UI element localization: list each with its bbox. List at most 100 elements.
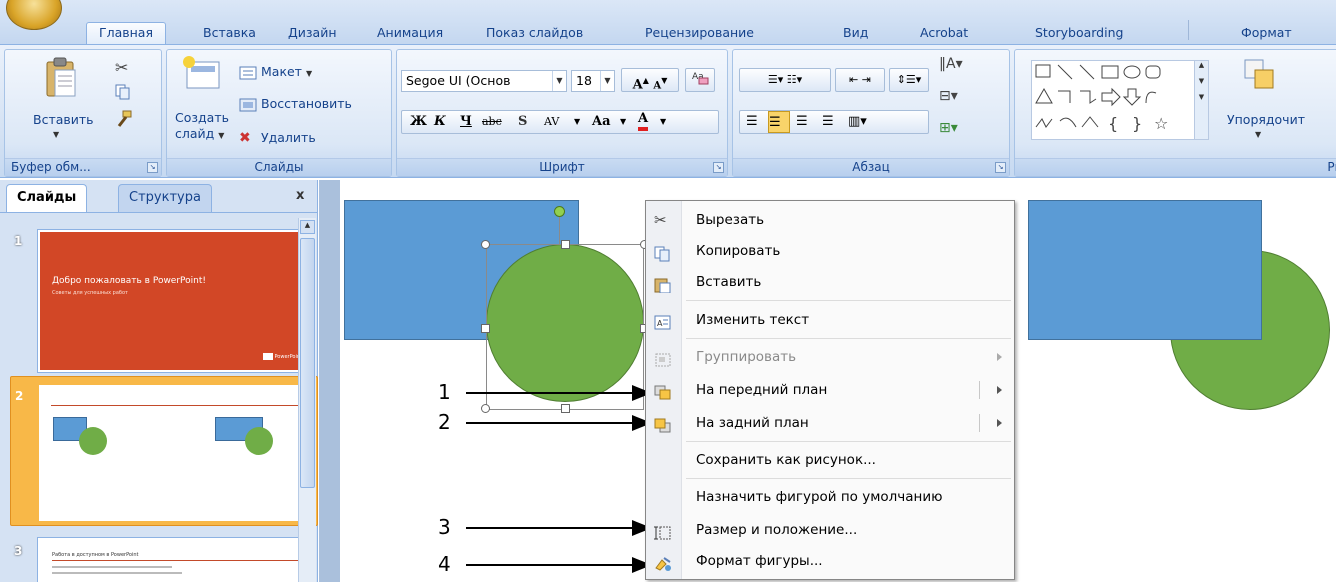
delete-slide-icon[interactable]: ✖ [239,130,251,146]
bold-button[interactable]: Ж [410,111,427,133]
menu-item-send-to-back[interactable]: На задний план [646,408,1014,438]
font-color-button[interactable]: A [638,111,649,131]
align-left-icon[interactable]: ☰ [746,111,758,133]
line-spacing-icon[interactable]: ⇕☰▾ [889,68,929,92]
tab-outline[interactable]: Структура [118,184,212,212]
new-slide-label-2[interactable]: слайд ▼ [175,126,224,141]
tab-review[interactable]: Рецензирование [645,22,754,44]
menu-item-set-default-shape[interactable]: Назначить фигурой по умолчанию [646,482,1014,512]
smartart-icon[interactable]: ⊞▾ [939,120,958,136]
menu-item-cut[interactable]: ✂ Вырезать [646,205,1014,235]
svg-text:☆: ☆ [1154,114,1168,133]
clipboard-group-label: Буфер обм... [5,158,161,176]
font-size-dropdown-icon[interactable]: ▼ [600,71,614,91]
char-spacing-dropdown-icon[interactable]: ▼ [574,111,580,133]
tab-view[interactable]: Вид [843,22,868,44]
tab-slideshow[interactable]: Показ слайдов [486,22,583,44]
menu-item-edit-text[interactable]: A Изменить текст [646,305,1014,335]
font-name-dropdown-icon[interactable]: ▼ [552,71,566,91]
change-case-dropdown-icon[interactable]: ▼ [620,111,626,133]
decrease-indent-icon[interactable]: ⇤ [849,73,858,86]
tab-design[interactable]: Дизайн [288,22,337,44]
increase-indent-icon[interactable]: ⇥ [862,73,871,86]
align-text-icon[interactable]: ⊟▾ [939,88,958,104]
copy-icon [654,243,672,262]
slide-thumb-2[interactable]: 2 [10,376,318,526]
strikethrough-button[interactable]: abc [482,111,502,133]
grow-font-button[interactable]: A [633,77,643,92]
numbering-icon[interactable]: ☷▾ [787,73,802,86]
paste-dropdown-icon[interactable]: ▼ [53,130,59,139]
menu-item-group[interactable]: Группировать [646,342,1014,372]
layout-icon[interactable] [239,66,257,83]
arrange-button[interactable]: Упорядочит [1227,112,1305,127]
tab-slides[interactable]: Слайды [6,184,88,212]
blue-rectangle-right[interactable] [1028,200,1262,340]
menu-separator [686,300,1011,301]
underline-button[interactable]: Ч [460,111,472,133]
clipboard-launcher-icon[interactable]: ↘ [147,162,158,173]
layout-button[interactable]: Макет ▼ [261,64,312,79]
menu-item-format-shape[interactable]: Формат фигуры... [646,546,1014,576]
font-launcher-icon[interactable]: ↘ [713,162,724,173]
paragraph-launcher-icon[interactable]: ↘ [995,162,1006,173]
paste-label[interactable]: Вставить [33,112,94,127]
slide-thumb-3[interactable]: 3 Работа в доступном в PowerPoint [0,532,318,582]
format-painter-icon[interactable] [115,110,133,131]
align-center-icon[interactable]: ☰ [768,111,790,133]
grow-shrink-font-buttons[interactable]: A▲ A▼ [621,68,679,92]
arrange-icon[interactable] [1243,58,1277,95]
close-pane-icon[interactable]: x [296,188,304,203]
shapes-gallery[interactable]: {} ☆ ▲ ▼ ▼ [1031,60,1209,140]
menu-item-copy[interactable]: Копировать [646,236,1014,266]
clear-formatting-icon[interactable]: Aa [685,68,715,92]
group-icon [654,349,672,367]
submenu-arrow-icon[interactable] [997,386,1002,394]
paste-button[interactable] [45,56,79,103]
callout-4: 4 [438,552,451,576]
send-back-icon [654,415,672,433]
slides-pane-scrollbar[interactable]: ▲ [298,218,316,582]
slide-thumb-1[interactable]: 1 Добро пожаловать в PowerPoint! Советы … [0,220,318,372]
indent-buttons[interactable]: ⇤ ⇥ [835,68,885,92]
bullets-icon[interactable]: ☰▾ [768,73,783,86]
justify-icon[interactable]: ☰ [822,111,834,133]
text-direction-icon[interactable]: ‖A▾ [939,56,963,72]
shapes-gallery-scroll[interactable]: ▲ ▼ ▼ [1194,61,1208,139]
font-size-field[interactable]: 18 ▼ [571,70,615,92]
menu-item-paste[interactable]: Вставить [646,267,1014,297]
slide-thumb-2-line [51,405,303,406]
ribbon-tab-bar: Главная Вставка Дизайн Анимация Показ сл… [0,0,1336,44]
align-right-icon[interactable]: ☰ [796,111,808,133]
menu-item-size-position[interactable]: Размер и положение... [646,515,1014,545]
italic-button[interactable]: К [434,111,446,133]
font-name-field[interactable]: Segoe UI (Основ ▼ [401,70,567,92]
arrange-dropdown-icon[interactable]: ▼ [1255,130,1261,139]
columns-icon[interactable]: ▥▾ [848,111,867,133]
tab-storyboarding[interactable]: Storyboarding [1035,22,1123,44]
font-color-dropdown-icon[interactable]: ▼ [660,111,666,133]
reset-button[interactable]: Восстановить [261,96,352,111]
tab-acrobat[interactable]: Acrobat [920,22,968,44]
submenu-arrow-icon[interactable] [997,419,1002,427]
shadow-button[interactable]: S [518,111,527,133]
menu-item-save-as-picture[interactable]: Сохранить как рисунок... [646,445,1014,475]
tab-animation[interactable]: Анимация [377,22,443,44]
scroll-up-icon[interactable]: ▲ [300,220,315,234]
delete-slide-button[interactable]: Удалить [261,130,316,145]
change-case-button[interactable]: Aa [592,111,611,133]
new-slide-icon[interactable] [181,56,223,95]
scroll-thumb[interactable] [300,238,315,488]
copy-icon[interactable] [115,84,131,103]
office-button[interactable] [6,0,62,30]
reset-icon[interactable] [239,98,257,115]
list-buttons[interactable]: ☰▾ ☷▾ [739,68,831,92]
char-spacing-button[interactable]: AV [544,111,559,133]
new-slide-label[interactable]: Создать [175,110,229,125]
tab-format[interactable]: Формат [1241,22,1292,44]
scissors-icon[interactable]: ✂ [115,58,128,77]
tab-home[interactable]: Главная [86,22,166,44]
tab-insert[interactable]: Вставка [203,22,256,44]
menu-item-bring-to-front[interactable]: На передний план [646,375,1014,405]
submenu-arrow-icon [997,353,1002,361]
